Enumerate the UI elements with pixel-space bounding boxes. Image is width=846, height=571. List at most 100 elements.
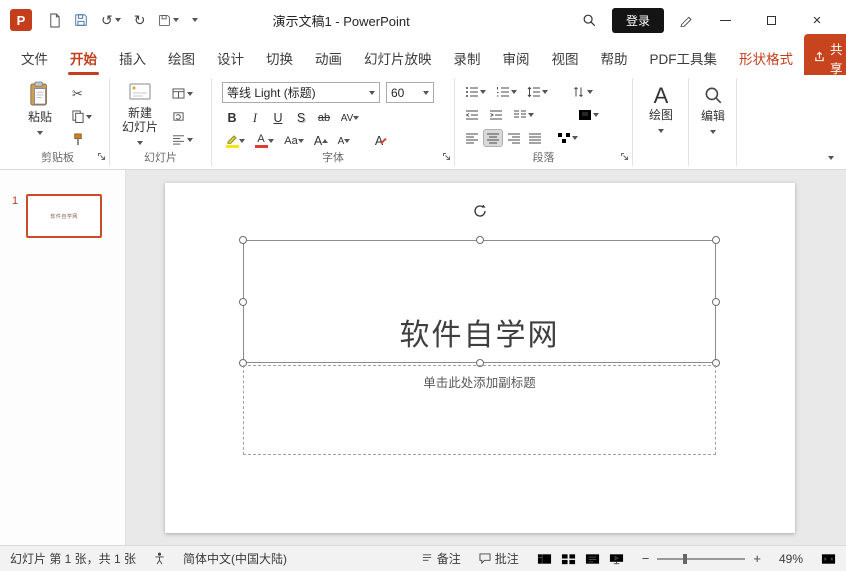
font-color-dropdown-icon[interactable] [267,139,274,143]
cut-button[interactable]: ✂ [72,86,92,101]
maximize-button[interactable] [756,7,786,33]
clipboard-dialog-launcher[interactable] [97,149,106,164]
paste-button[interactable]: 粘贴 [18,81,62,138]
slide-thumbnail[interactable]: 软件自学网 [26,194,103,238]
layout-dropdown-icon[interactable] [187,91,193,96]
align-left-button[interactable] [463,130,481,146]
layout-button[interactable] [172,86,193,101]
comments-button[interactable]: 批注 [479,550,519,567]
subtitle-placeholder[interactable]: 单击此处添加副标题 [243,365,716,455]
slideshow-view-button[interactable] [609,553,624,565]
zoom-level-button[interactable]: 49% [779,552,803,566]
new-slide-button[interactable]: 新建 幻灯片 [116,81,164,148]
pen-tool-button[interactable] [680,7,694,33]
justify-button[interactable] [526,130,544,146]
italic-button[interactable]: I [245,108,265,128]
new-slide-dropdown-icon[interactable] [137,141,143,145]
slide[interactable]: 软件自学网 单击此处添加副标题 [165,183,795,533]
resize-handle-middle-right[interactable] [712,298,720,306]
change-case-dropdown-icon[interactable] [297,139,304,143]
editing-button[interactable]: 编辑 [693,84,733,137]
language-button[interactable]: 简体中文(中国大陆) [183,550,287,567]
tab-animations[interactable]: 动画 [304,40,353,76]
font-size-select[interactable]: 60 [386,82,434,103]
accessibility-button[interactable] [154,552,165,565]
decrease-indent-button[interactable] [463,107,481,123]
grow-font-button[interactable]: A [311,131,331,151]
tab-review[interactable]: 审阅 [492,40,541,76]
tab-design[interactable]: 设计 [206,40,255,76]
reading-view-button[interactable] [585,553,600,565]
zoom-slider[interactable] [657,553,746,564]
reset-button[interactable] [172,109,193,124]
columns-button[interactable] [511,107,536,123]
text-direction-dropdown-icon[interactable] [587,90,593,94]
columns-dropdown-icon[interactable] [528,113,534,117]
undo-dropdown-icon[interactable] [114,18,121,22]
fit-to-window-button[interactable] [821,553,836,565]
tab-insert[interactable]: 插入 [108,40,157,76]
customize-qat-button[interactable] [192,18,199,22]
tab-home[interactable]: 开始 [59,40,108,76]
bold-button[interactable]: B [222,108,242,128]
resize-handle-top-center[interactable] [476,236,484,244]
drawing-dropdown-icon[interactable] [658,129,664,133]
strikethrough-button[interactable]: ab [314,108,334,128]
resize-handle-middle-left[interactable] [239,298,247,306]
section-button[interactable] [172,132,193,147]
save-as-button[interactable] [158,14,180,27]
tab-pdf-tools[interactable]: PDF工具集 [639,40,729,76]
resize-handle-top-right[interactable] [712,236,720,244]
clear-formatting-button[interactable]: A [371,131,391,151]
font-name-dropdown-icon[interactable] [369,90,375,95]
text-shadow-button[interactable]: S [291,108,311,128]
font-dialog-launcher[interactable] [442,149,451,164]
smartart-dropdown-icon[interactable] [572,136,578,140]
minimize-button[interactable] [710,7,740,33]
bullets-dropdown-icon[interactable] [480,90,486,94]
new-file-button[interactable] [48,13,61,28]
tab-record[interactable]: 录制 [443,40,492,76]
line-spacing-dropdown-icon[interactable] [542,90,548,94]
shrink-font-button[interactable]: A [334,131,354,151]
font-color-button[interactable]: A [251,131,277,151]
close-button[interactable]: × [802,7,832,33]
line-spacing-button[interactable] [525,84,550,100]
tab-help[interactable]: 帮助 [590,40,639,76]
font-name-select[interactable]: 等线 Light (标题) [222,82,380,103]
title-text[interactable]: 软件自学网 [400,310,560,362]
zoom-out-button[interactable]: − [642,551,650,566]
section-dropdown-icon[interactable] [187,137,193,142]
highlight-dropdown-icon[interactable] [238,139,245,143]
tab-shape-format[interactable]: 形状格式 [728,40,804,76]
powerpoint-logo-icon[interactable]: P [10,9,32,31]
numbering-button[interactable] [494,84,519,100]
zoom-in-button[interactable]: + [753,551,761,566]
normal-view-button[interactable] [537,553,552,565]
highlight-color-button[interactable] [222,131,248,151]
align-text-dropdown-icon[interactable] [593,113,599,117]
align-right-button[interactable] [505,130,523,146]
save-button[interactable] [74,13,88,27]
align-center-button[interactable] [483,129,503,147]
copy-button[interactable] [72,109,92,124]
redo-button[interactable]: ↻ [134,12,146,29]
search-button[interactable] [582,7,596,33]
paragraph-dialog-launcher[interactable] [620,149,629,164]
character-spacing-button[interactable]: AV [337,108,363,128]
collapse-ribbon-button[interactable] [828,148,834,163]
character-spacing-dropdown-icon[interactable] [353,116,360,120]
numbering-dropdown-icon[interactable] [511,90,517,94]
resize-handle-top-left[interactable] [239,236,247,244]
tab-view[interactable]: 视图 [541,40,590,76]
text-direction-button[interactable] [570,84,595,100]
copy-dropdown-icon[interactable] [86,114,92,119]
editing-dropdown-icon[interactable] [710,130,716,134]
undo-button[interactable]: ↺ [101,12,121,29]
smartart-convert-button[interactable] [555,130,580,146]
underline-button[interactable]: U [268,108,288,128]
align-text-button[interactable] [576,107,601,123]
increase-indent-button[interactable] [487,107,505,123]
notes-button[interactable]: 备注 [421,550,461,567]
title-placeholder[interactable]: 软件自学网 [239,204,720,367]
